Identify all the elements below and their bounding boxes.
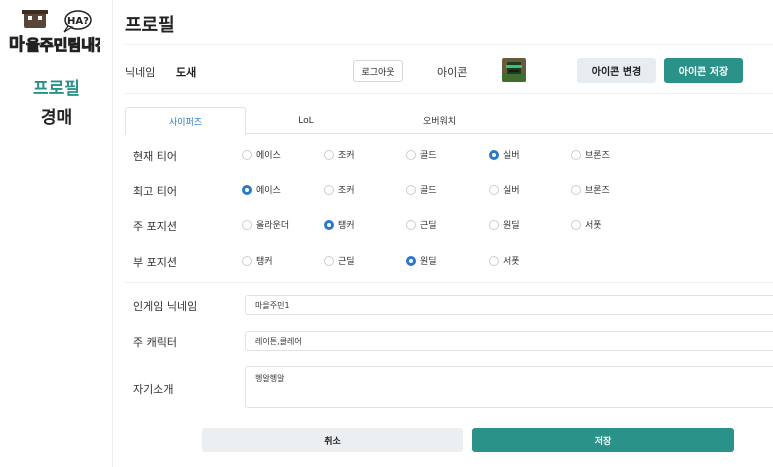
logout-button[interactable]: 로그아웃 [353,60,403,82]
radio-icon[interactable] [324,184,334,195]
svg-text:마: 마 [9,35,25,55]
save-icon-button[interactable]: 아이콘 저장 [664,58,743,83]
option-label: 조커 [338,186,355,196]
ingame-nickname-row: 인게임 닉네임 마을주민1 [125,295,773,315]
radio-icon[interactable] [324,149,334,160]
main-position-option-tanker[interactable]: 탱커 [324,218,355,231]
sub-position-option-tanker[interactable]: 탱커 [242,254,273,267]
tab-cyphers[interactable]: 사이퍼즈 [125,107,246,135]
logo[interactable]: HA? 마 을주민팀내전 [8,8,109,56]
current-tier-option-gold[interactable]: 골드 [406,148,437,161]
radio-selected-icon[interactable] [242,184,252,195]
main-position-row: 주 포지션 올라운더 탱커 근딜 원딜 서폿 [125,215,773,235]
radio-icon[interactable] [406,219,416,230]
radio-icon[interactable] [489,184,499,195]
main-position-option-allrounder[interactable]: 올라운더 [242,218,289,231]
radio-icon[interactable] [571,184,581,195]
nickname-value: 도새 [176,66,197,79]
option-label: 브론즈 [585,186,610,196]
nickname-label: 닉네임 [125,66,156,79]
sub-position-row: 부 포지션 탱커 근딜 원딜 서폿 [125,251,773,271]
best-tier-option-silver[interactable]: 실버 [489,183,520,196]
radio-icon[interactable] [406,149,416,160]
page-title: 프로필 [125,15,175,36]
option-label: 탱커 [256,257,273,267]
main-character-input[interactable]: 레이튼,클레어 [245,331,773,351]
main-position-label: 주 포지션 [133,220,177,233]
option-label: 골드 [420,151,437,161]
cancel-button[interactable]: 취소 [202,428,463,452]
radio-selected-icon[interactable] [406,255,416,266]
character-avatar-icon [502,58,526,82]
best-tier-option-ace[interactable]: 에이스 [242,183,281,196]
option-label: 실버 [503,151,520,161]
radio-selected-icon[interactable] [324,219,334,230]
sub-position-label: 부 포지션 [133,256,177,269]
radio-selected-icon[interactable] [489,149,499,160]
option-label: 브론즈 [585,151,610,161]
main-content: 프로필 닉네임 도새 로그아웃 아이콘 아이콘 변경 아이콘 저장 사이퍼즈 L… [113,0,773,467]
ingame-nickname-input[interactable]: 마을주민1 [245,295,773,315]
sidebar-item-auction[interactable]: 경매 [0,103,113,128]
intro-label: 자기소개 [133,383,174,396]
sidebar: HA? 마 을주민팀내전 프로필 경매 [0,0,113,467]
option-label: 골드 [420,186,437,196]
radio-icon[interactable] [489,255,499,266]
tab-overwatch[interactable]: 오버워치 [382,107,497,134]
option-label: 실버 [503,186,520,196]
svg-text:을주민팀내전: 을주민팀내전 [26,36,100,54]
sub-position-option-melee[interactable]: 근딜 [324,254,355,267]
section-divider [125,282,773,283]
radio-icon[interactable] [489,219,499,230]
option-label: 서폿 [585,221,602,231]
option-label: 원딜 [503,221,520,231]
best-tier-label: 최고 티어 [133,185,177,198]
best-tier-option-bronze[interactable]: 브론즈 [571,183,610,196]
main-position-option-ranged[interactable]: 원딜 [489,218,520,231]
radio-icon[interactable] [571,149,581,160]
icon-label: 아이콘 [437,66,468,79]
main-character-label: 주 캐릭터 [133,336,177,349]
option-label: 서폿 [503,257,520,267]
ingame-nickname-label: 인게임 닉네임 [133,300,198,313]
svg-text:HA?: HA? [67,16,89,27]
option-label: 탱커 [338,221,355,231]
radio-icon[interactable] [406,184,416,195]
current-tier-option-ace[interactable]: 에이스 [242,148,281,161]
sub-position-option-ranged[interactable]: 원딜 [406,254,437,267]
option-label: 원딜 [420,257,437,267]
tab-lol[interactable]: LoL [256,107,356,134]
change-icon-button[interactable]: 아이콘 변경 [577,58,656,83]
option-label: 에이스 [256,151,281,161]
current-tier-option-joker[interactable]: 조커 [324,148,355,161]
sub-position-option-support[interactable]: 서폿 [489,254,520,267]
best-tier-option-gold[interactable]: 골드 [406,183,437,196]
intro-textarea[interactable]: 헹알헹알 [245,366,773,408]
radio-icon[interactable] [242,219,252,230]
main-position-option-melee[interactable]: 근딜 [406,218,437,231]
option-label: 에이스 [256,186,281,196]
best-tier-row: 최고 티어 에이스 조커 골드 실버 브론즈 [125,180,773,200]
profile-header-row: 닉네임 도새 로그아웃 아이콘 아이콘 변경 아이콘 저장 [125,44,773,94]
main-character-row: 주 캐릭터 레이튼,클레어 [125,331,773,351]
radio-icon[interactable] [324,255,334,266]
sidebar-item-profile[interactable]: 프로필 [0,74,113,99]
current-tier-row: 현재 티어 에이스 조커 골드 실버 브론즈 [125,145,773,165]
radio-icon[interactable] [242,149,252,160]
main-position-option-support[interactable]: 서폿 [571,218,602,231]
current-tier-option-bronze[interactable]: 브론즈 [571,148,610,161]
save-button[interactable]: 저장 [472,428,734,452]
current-tier-option-silver[interactable]: 실버 [489,148,520,161]
best-tier-option-joker[interactable]: 조커 [324,183,355,196]
option-label: 올라운더 [256,221,290,231]
intro-row: 자기소개 헹알헹알 [125,366,773,408]
current-tier-label: 현재 티어 [133,150,177,163]
radio-icon[interactable] [242,255,252,266]
option-label: 조커 [338,151,355,161]
option-label: 근딜 [338,257,355,267]
option-label: 근딜 [420,221,437,231]
radio-icon[interactable] [571,219,581,230]
game-tabs: 사이퍼즈 LoL 오버워치 [125,107,773,135]
